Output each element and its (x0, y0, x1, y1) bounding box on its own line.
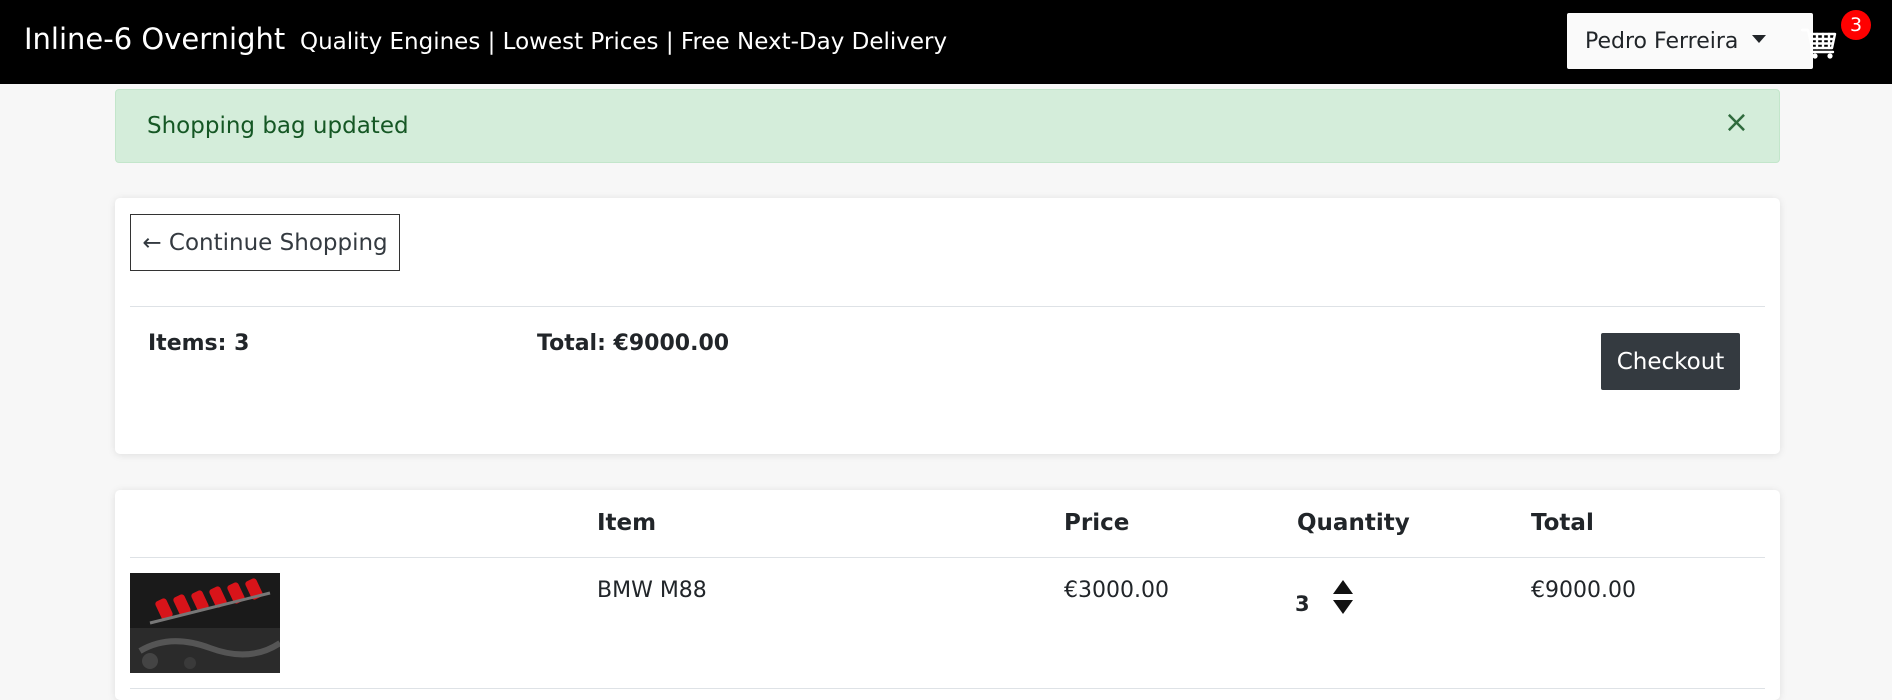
quantity-value: 3 (1295, 592, 1310, 616)
column-header-item: Item (597, 510, 657, 536)
column-header-quantity: Quantity (1297, 510, 1410, 536)
item-price: €3000.00 (1064, 578, 1169, 603)
tagline: Quality Engines | Lowest Prices | Free N… (300, 29, 948, 55)
success-alert: Shopping bag updated × (115, 89, 1780, 163)
close-icon[interactable]: × (1724, 108, 1749, 138)
row-divider (130, 688, 1765, 689)
user-menu-dropdown[interactable]: Pedro Ferreira (1567, 13, 1813, 69)
increment-arrow-icon[interactable] (1333, 580, 1353, 594)
engine-photo (130, 573, 280, 673)
items-count: Items: 3 (148, 331, 250, 356)
decrement-arrow-icon[interactable] (1333, 600, 1353, 614)
item-total: €9000.00 (1531, 578, 1636, 603)
user-name: Pedro Ferreira (1585, 28, 1739, 54)
alert-message: Shopping bag updated (147, 113, 409, 139)
cart-count-badge: 3 (1841, 10, 1871, 40)
bag-items-table: Item Price Quantity Total BMW M88 €3000.… (115, 490, 1780, 700)
brand-logo-text[interactable]: Inline-6 Overnight (24, 22, 285, 56)
bag-total: Total: €9000.00 (537, 331, 730, 356)
continue-shopping-button[interactable]: ← Continue Shopping (130, 214, 400, 271)
shopping-cart-icon[interactable] (1800, 22, 1840, 62)
column-header-price: Price (1064, 510, 1130, 536)
top-navbar: Inline-6 Overnight Quality Engines | Low… (0, 0, 1892, 84)
column-header-total: Total (1531, 510, 1594, 536)
caret-down-icon (1752, 35, 1767, 43)
header-divider (130, 557, 1765, 558)
summary-divider (130, 306, 1765, 307)
checkout-button[interactable]: Checkout (1601, 333, 1740, 390)
bag-summary-card: ← Continue Shopping Items: 3 Total: €900… (115, 198, 1780, 454)
item-name: BMW M88 (597, 578, 707, 603)
